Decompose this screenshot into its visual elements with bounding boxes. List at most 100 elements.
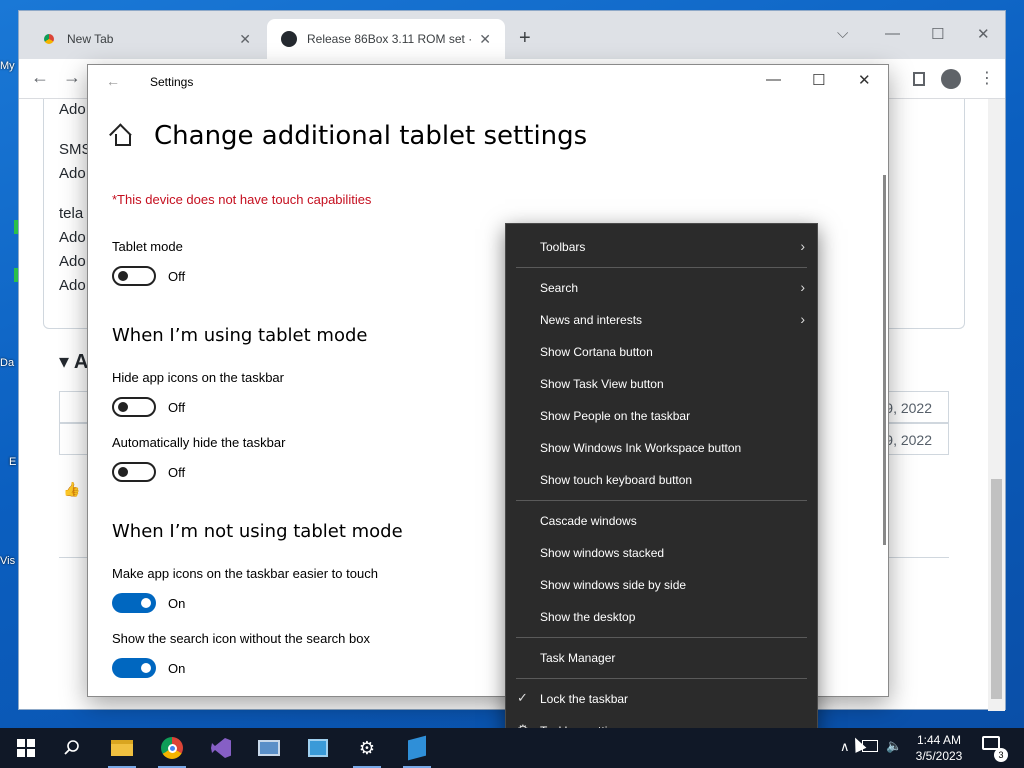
menu-item-show-desktop[interactable]: Show the desktop (506, 602, 817, 632)
forward-arrow-icon[interactable]: → (63, 67, 81, 88)
menu-item-cortana[interactable]: Show Cortana button (506, 337, 817, 367)
search-icon-toggle[interactable] (112, 658, 156, 678)
tab-close-icon[interactable]: ✕ (479, 31, 491, 48)
window-title: Settings (150, 75, 194, 89)
start-button[interactable] (14, 736, 38, 760)
menu-item-search[interactable]: Search › (506, 273, 817, 303)
asset-date: 9, 2022 (885, 400, 932, 416)
tablet-mode-label: Tablet mode (112, 239, 183, 254)
chevron-right-icon: › (800, 279, 805, 295)
menu-item-cascade[interactable]: Cascade windows (506, 506, 817, 536)
release-text: Ado (59, 277, 86, 294)
auto-hide-toggle[interactable] (112, 462, 156, 482)
desktop-icon-label[interactable]: Vis (0, 555, 15, 567)
tab-title: New Tab (67, 32, 114, 46)
menu-item-label: Toolbars (540, 240, 586, 254)
taskbar-clock[interactable]: 1:44 AM 3/5/2023 (906, 732, 972, 764)
menu-item-toolbars[interactable]: Toolbars › (506, 232, 817, 262)
tab-new-tab[interactable]: New Tab ✕ (27, 19, 265, 59)
close-button[interactable]: ✕ (977, 25, 990, 43)
release-text: Ado (59, 165, 86, 182)
chrome-icon[interactable] (160, 736, 184, 760)
menu-separator (516, 678, 807, 679)
desktop-icon-label[interactable]: My (0, 60, 15, 72)
desktop-icon-label[interactable]: Da (0, 357, 14, 369)
tab-github-release[interactable]: Release 86Box 3.11 ROM set · 86 ✕ (267, 19, 505, 59)
release-text: tela (59, 205, 84, 222)
menu-item-touch-keyboard[interactable]: Show touch keyboard button (506, 465, 817, 495)
device-manager-icon[interactable] (257, 736, 281, 760)
volume-icon[interactable]: 🔈 (886, 738, 902, 754)
minimize-button[interactable]: — (885, 25, 900, 42)
menu-item-ink[interactable]: Show Windows Ink Workspace button (506, 433, 817, 463)
menu-item-label: Show the desktop (540, 610, 636, 624)
section-heading: When I’m using tablet mode (112, 325, 368, 346)
menu-item-label: Show People on the taskbar (540, 409, 691, 423)
maximize-button[interactable]: ☐ (812, 71, 825, 89)
toggle-state: Off (168, 400, 186, 415)
asset-date: 9, 2022 (885, 432, 932, 448)
menu-item-lock-taskbar[interactable]: ✓ Lock the taskbar (506, 684, 817, 714)
easier-touch-toggle[interactable] (112, 593, 156, 613)
menu-item-label: Show windows side by side (540, 578, 687, 592)
thumbs-up-reaction[interactable]: 👍 (63, 481, 80, 498)
taskbar[interactable]: ⚙ ∧ 🔈 1:44 AM 3/5/2023 3 (0, 728, 1024, 768)
checkmark-icon: ✓ (517, 690, 528, 705)
menu-item-task-manager[interactable]: Task Manager (506, 643, 817, 673)
menu-item-news[interactable]: News and interests › (506, 305, 817, 335)
taskbar-context-menu: Toolbars › Search › News and interests ›… (505, 223, 818, 748)
menu-item-label: Show Cortana button (540, 345, 653, 359)
assets-heading[interactable]: ▾ A (59, 349, 88, 374)
release-text: Ado (59, 229, 86, 246)
menu-separator (516, 500, 807, 501)
desktop-icon-label[interactable]: E (9, 456, 16, 468)
menu-dots-icon[interactable]: ⋮ (979, 68, 995, 88)
settings-gear-icon[interactable]: ⚙ (355, 736, 379, 760)
profile-avatar-icon[interactable] (941, 69, 961, 89)
toggle-state: On (168, 596, 186, 611)
new-tab-button[interactable]: + (519, 27, 531, 50)
scrollbar-thumb[interactable] (991, 479, 1002, 699)
windows-logo-icon (17, 739, 35, 757)
tray-overflow-icon[interactable]: ∧ (840, 739, 850, 755)
easier-touch-label: Make app icons on the taskbar easier to … (112, 566, 378, 581)
tab-close-icon[interactable]: ✕ (239, 31, 251, 48)
menu-item-label: Task Manager (540, 651, 616, 665)
github-icon (281, 31, 297, 47)
86box-icon[interactable] (405, 735, 429, 761)
chrome-icon (41, 31, 57, 47)
maximize-button[interactable]: ☐ (931, 25, 944, 43)
settings-scrollbar[interactable] (883, 175, 886, 545)
search-icon[interactable] (60, 736, 84, 760)
menu-item-label: Show Task View button (540, 377, 664, 391)
back-arrow-icon[interactable]: ← (31, 67, 49, 88)
toggle-state: Off (168, 465, 186, 480)
page-scrollbar[interactable] (988, 99, 1005, 711)
tab-title: Release 86Box 3.11 ROM set · 86 (307, 32, 474, 46)
toggle-state: On (168, 661, 186, 676)
notification-center-button[interactable]: 3 (982, 736, 1008, 762)
section-heading: When I’m not using tablet mode (112, 521, 403, 542)
back-arrow-icon[interactable]: ← (106, 73, 120, 89)
control-panel-icon[interactable] (306, 736, 330, 760)
close-button[interactable]: ✕ (858, 71, 871, 89)
visual-studio-icon[interactable] (209, 736, 233, 760)
menu-item-stacked[interactable]: Show windows stacked (506, 538, 817, 568)
menu-item-taskview[interactable]: Show Task View button (506, 369, 817, 399)
menu-item-side-by-side[interactable]: Show windows side by side (506, 570, 817, 600)
menu-item-label: Show Windows Ink Workspace button (540, 441, 742, 455)
menu-separator (516, 267, 807, 268)
home-icon[interactable] (112, 126, 132, 146)
minimize-button[interactable]: — (766, 71, 781, 88)
settings-titlebar: ← Settings — ☐ ✕ (88, 65, 888, 99)
clock-time: 1:44 AM (916, 733, 962, 747)
file-explorer-icon[interactable] (110, 736, 134, 760)
page-title: Change additional tablet settings (154, 121, 588, 151)
hide-icons-toggle[interactable] (112, 397, 156, 417)
menu-item-people[interactable]: Show People on the taskbar (506, 401, 817, 431)
release-text: Ado (59, 101, 86, 118)
tablet-mode-toggle[interactable] (112, 266, 156, 286)
tab-search-icon[interactable]: ⌵ (837, 25, 848, 42)
search-icon-label: Show the search icon without the search … (112, 631, 370, 646)
sidebar-icon[interactable] (913, 72, 925, 86)
